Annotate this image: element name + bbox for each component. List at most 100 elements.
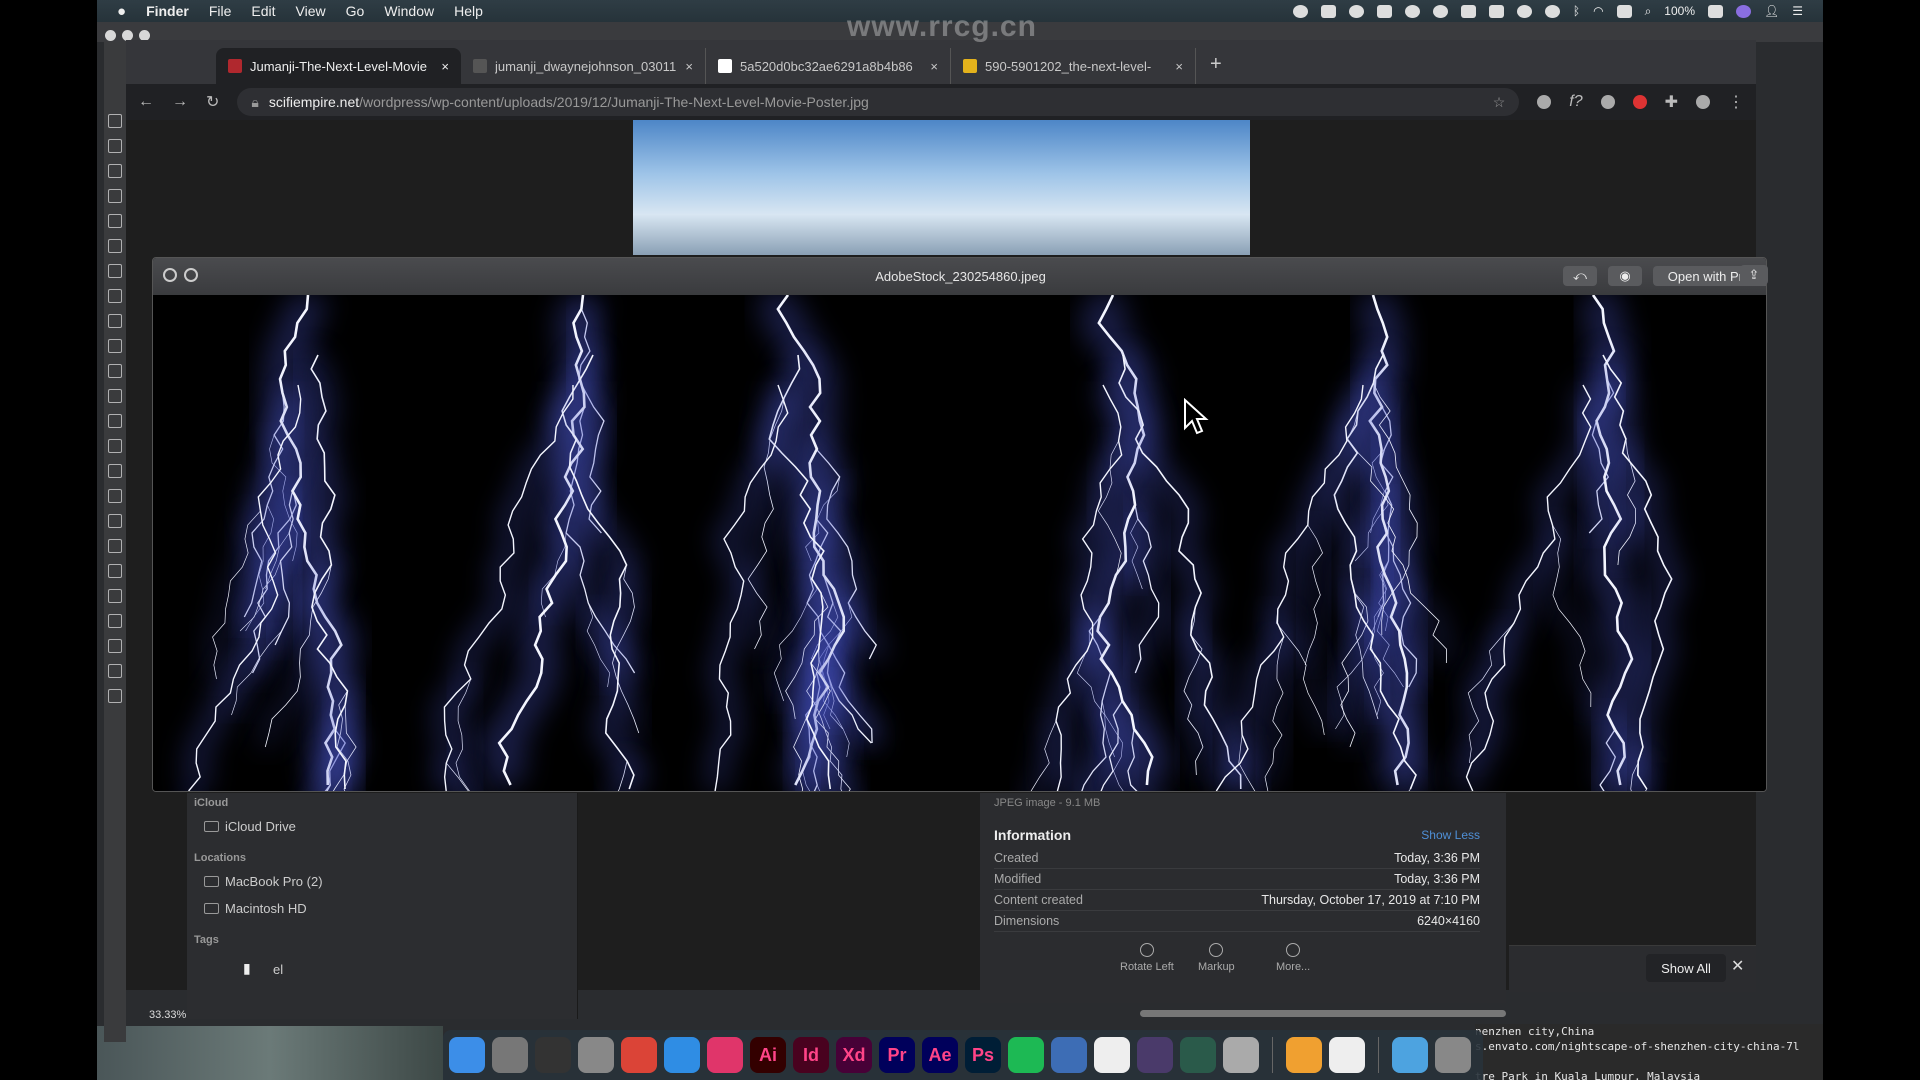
quick-action-markup[interactable]: Markup bbox=[1198, 943, 1235, 973]
back-icon[interactable]: ← bbox=[138, 93, 154, 111]
menu-view[interactable]: View bbox=[296, 3, 326, 19]
menu-kebab-icon[interactable]: ⋮ bbox=[1728, 92, 1744, 112]
forward-icon[interactable]: → bbox=[172, 93, 188, 111]
close-button[interactable] bbox=[105, 30, 116, 41]
notification-center-icon[interactable]: ☰ bbox=[1792, 4, 1803, 18]
keyboard-icon[interactable] bbox=[1616, 4, 1632, 18]
address-bar[interactable]: 🔒︎ scifiempire.net/wordpress/wp-content/… bbox=[237, 88, 1520, 116]
ps-tool-icon[interactable] bbox=[108, 114, 122, 128]
ps-tool-icon[interactable] bbox=[108, 639, 122, 653]
browser-tab[interactable]: 590-5901202_the-next-level- × bbox=[951, 48, 1196, 84]
dock-premiere-icon[interactable]: Pr bbox=[879, 1037, 915, 1073]
ps-tool-icon[interactable] bbox=[108, 414, 122, 428]
dock-nordvpn-icon[interactable] bbox=[1051, 1037, 1087, 1073]
show-all-button[interactable]: Show All bbox=[1646, 954, 1726, 982]
dock-screenflow-icon[interactable] bbox=[1180, 1037, 1216, 1073]
show-less-link[interactable]: Show Less bbox=[1421, 828, 1480, 842]
ps-tool-icon[interactable] bbox=[108, 614, 122, 628]
markup-button[interactable]: ◉ bbox=[1608, 266, 1642, 286]
ps-tool-icon[interactable] bbox=[108, 539, 122, 553]
rotate-button[interactable]: ⤺ bbox=[1563, 266, 1597, 286]
wifi-icon[interactable]: ◠ bbox=[1593, 4, 1603, 18]
font-extension-icon[interactable]: f? bbox=[1569, 93, 1582, 111]
dock-screen-app-icon[interactable] bbox=[1137, 1037, 1173, 1073]
download-filename[interactable]: el bbox=[273, 962, 283, 977]
dock-affinity-icon[interactable] bbox=[1094, 1037, 1130, 1073]
sidebar-item[interactable]: Macintosh HD bbox=[204, 901, 307, 916]
dock-downloads-folder-icon[interactable] bbox=[1392, 1037, 1428, 1073]
dock-creative-cloud-icon[interactable] bbox=[707, 1037, 743, 1073]
dock-trash-icon[interactable] bbox=[1435, 1037, 1471, 1073]
ps-tool-icon[interactable] bbox=[108, 314, 122, 328]
browser-tab[interactable]: 5a520d0bc32ae6291a8b4b86 × bbox=[706, 48, 951, 84]
ps-tool-icon[interactable] bbox=[108, 489, 122, 503]
dock-photoshop-icon[interactable]: Ps bbox=[965, 1037, 1001, 1073]
dock-finder-icon[interactable] bbox=[449, 1037, 485, 1073]
quick-action-more-[interactable]: More... bbox=[1276, 943, 1310, 973]
dock-chrome-icon[interactable] bbox=[621, 1037, 657, 1073]
browser-tab[interactable]: jumanji_dwaynejohnson_03011 × bbox=[461, 48, 706, 84]
dock-motion-icon[interactable] bbox=[1223, 1037, 1259, 1073]
ps-tool-icon[interactable] bbox=[108, 389, 122, 403]
dropbox-icon[interactable] bbox=[1376, 4, 1392, 18]
tab-close-icon[interactable]: × bbox=[1175, 59, 1183, 74]
bookmark-star-icon[interactable]: ☆ bbox=[1493, 94, 1506, 111]
ps-tool-icon[interactable] bbox=[108, 689, 122, 703]
ps-tool-icon[interactable] bbox=[108, 589, 122, 603]
ps-tool-icon[interactable] bbox=[108, 164, 122, 178]
siri-icon[interactable] bbox=[1736, 4, 1751, 18]
user-icon[interactable]: 👤︎ bbox=[1764, 4, 1779, 18]
horizontal-scrollbar[interactable] bbox=[1140, 1010, 1506, 1017]
ps-tool-icon[interactable] bbox=[108, 189, 122, 203]
info-extension-icon[interactable] bbox=[1600, 95, 1615, 109]
puzzle-extensions-icon[interactable]: ✚ bbox=[1665, 92, 1678, 112]
vpn-icon[interactable] bbox=[1348, 4, 1364, 18]
gauge-icon[interactable] bbox=[1432, 4, 1448, 18]
fullscreen-icon[interactable] bbox=[184, 268, 198, 282]
ps-tool-icon[interactable] bbox=[108, 564, 122, 578]
dock-pages-icon[interactable] bbox=[1286, 1037, 1322, 1073]
reload-icon[interactable]: ↻ bbox=[206, 92, 219, 112]
tab-close-icon[interactable]: × bbox=[685, 59, 693, 74]
ps-tool-icon[interactable] bbox=[108, 339, 122, 353]
dock-safari-icon[interactable] bbox=[664, 1037, 700, 1073]
menu-app-name[interactable]: Finder bbox=[146, 3, 189, 19]
menu-help[interactable]: Help bbox=[454, 3, 483, 19]
time-machine-icon[interactable] bbox=[1544, 4, 1560, 18]
dock-launchpad-icon[interactable] bbox=[492, 1037, 528, 1073]
menu-go[interactable]: Go bbox=[346, 3, 365, 19]
dock-illustrator-icon[interactable]: Ai bbox=[750, 1037, 786, 1073]
search-icon[interactable]: ⌕ bbox=[1645, 4, 1652, 19]
ps-tool-icon[interactable] bbox=[108, 289, 122, 303]
close-download-bar-button[interactable]: ✕ bbox=[1731, 956, 1744, 976]
dock-mission-control-icon[interactable] bbox=[535, 1037, 571, 1073]
menu-edit[interactable]: Edit bbox=[251, 3, 275, 19]
bluetooth-icon[interactable]: ᛒ bbox=[1573, 4, 1580, 18]
dock-spotify-icon[interactable] bbox=[1008, 1037, 1044, 1073]
ps-tool-icon[interactable] bbox=[108, 139, 122, 153]
ps-tool-icon[interactable] bbox=[108, 214, 122, 228]
battery-icon[interactable] bbox=[1708, 4, 1723, 18]
tab-close-icon[interactable]: × bbox=[441, 59, 449, 74]
profile-avatar[interactable] bbox=[1696, 95, 1710, 109]
ps-tool-icon[interactable] bbox=[108, 464, 122, 478]
tab-close-icon[interactable]: × bbox=[930, 59, 938, 74]
dock-xd-icon[interactable]: Xd bbox=[836, 1037, 872, 1073]
dock-textedit-icon[interactable] bbox=[1329, 1037, 1365, 1073]
ps-tool-icon[interactable] bbox=[108, 664, 122, 678]
camera-icon[interactable] bbox=[1460, 4, 1476, 18]
window-icon[interactable] bbox=[1488, 4, 1504, 18]
ps-tool-icon[interactable] bbox=[108, 514, 122, 528]
ps-tool-icon[interactable] bbox=[108, 264, 122, 278]
download-file-icon[interactable]: ▮ bbox=[243, 960, 251, 977]
ps-tool-icon[interactable] bbox=[108, 239, 122, 253]
new-tab-button[interactable]: + bbox=[1210, 53, 1222, 76]
dock-after-effects-icon[interactable]: Ae bbox=[922, 1037, 958, 1073]
sidebar-item[interactable]: iCloud Drive bbox=[204, 819, 296, 834]
location-extension-icon[interactable] bbox=[1537, 95, 1552, 109]
ps-tool-icon[interactable] bbox=[108, 364, 122, 378]
apple-menu-icon[interactable]: ● bbox=[117, 3, 126, 20]
share-button[interactable]: ⇪ bbox=[1740, 265, 1768, 285]
ps-tool-icon[interactable] bbox=[108, 439, 122, 453]
menu-file[interactable]: File bbox=[209, 3, 232, 19]
